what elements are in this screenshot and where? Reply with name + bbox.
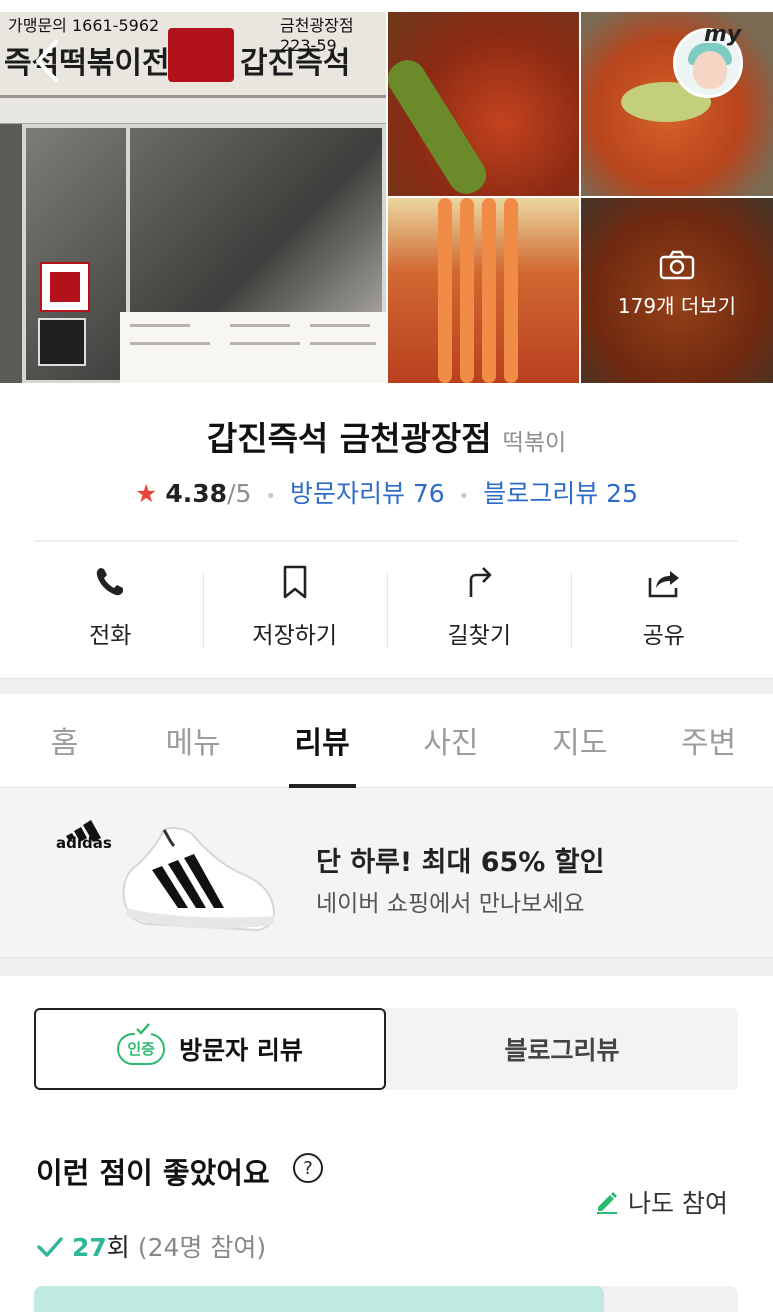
my-label: my xyxy=(704,22,742,47)
blog-review-toggle[interactable]: 블로그리뷰 xyxy=(386,1008,738,1090)
tab-map[interactable]: 지도 xyxy=(515,694,644,787)
open-hours-sign xyxy=(38,318,86,366)
tab-menu[interactable]: 메뉴 xyxy=(129,694,258,787)
liked-points-title: 이런 점이 좋았어요 xyxy=(36,1156,270,1190)
check-icon xyxy=(37,1237,63,1257)
star-icon: ★ xyxy=(135,479,158,508)
tab-nearby[interactable]: 주변 xyxy=(644,694,773,787)
more-photos-button[interactable]: 179개 더보기 xyxy=(581,250,773,319)
tab-review[interactable]: 리뷰 xyxy=(258,694,387,788)
ad-title: 단 하루! 최대 65% 할인 xyxy=(316,847,605,878)
action-bar: 전화 저장하기 길찾기 공유 xyxy=(18,560,756,656)
food-photo[interactable] xyxy=(388,12,579,196)
separator-dot: • xyxy=(265,486,276,507)
save-label: 저장하기 xyxy=(252,623,338,649)
section-divider xyxy=(0,958,773,976)
call-button[interactable]: 전화 xyxy=(18,560,203,656)
food-photo[interactable] xyxy=(581,12,773,196)
keyword-bar[interactable] xyxy=(34,1286,738,1312)
chevron-left-icon xyxy=(36,40,58,82)
directions-icon xyxy=(469,567,492,597)
ad-brand: adidas xyxy=(56,834,112,852)
divider xyxy=(387,572,388,648)
rating-score: 4.38 xyxy=(165,479,228,508)
more-photos-label: 179개 더보기 xyxy=(617,294,737,318)
visitor-review-label: 방문자 리뷰 xyxy=(179,1036,303,1065)
food-photo[interactable] xyxy=(388,198,579,383)
phone-icon xyxy=(97,568,124,596)
review-type-toggle: 인증 방문자 리뷰 블로그리뷰 xyxy=(34,1008,738,1090)
store-logo xyxy=(168,28,234,82)
call-label: 전화 xyxy=(89,623,132,649)
svg-text:?: ? xyxy=(303,1158,313,1179)
tab-bar: 홈 메뉴 리뷰 사진 지도 주변 xyxy=(0,694,773,788)
certified-badge-label: 인증 xyxy=(127,1040,155,1058)
share-icon xyxy=(648,571,679,598)
rating-max: /5 xyxy=(227,479,252,508)
directions-button[interactable]: 길찾기 xyxy=(387,560,572,656)
ad-banner[interactable]: adidas 단 하루! 최대 65% 할인 네이버 쇼핑에서 만나보세요 xyxy=(0,788,773,958)
share-button[interactable]: 공유 xyxy=(572,560,757,656)
pencil-icon xyxy=(597,1192,617,1214)
sign-branch: 금천광장점 223-59 xyxy=(280,16,354,55)
participants-note: (24명 참여) xyxy=(137,1233,267,1262)
directions-label: 길찾기 xyxy=(447,623,511,649)
ad-subtitle: 네이버 쇼핑에서 만나보세요 xyxy=(316,891,585,917)
place-name: 갑진즉석 금천광장점 xyxy=(206,419,492,458)
tab-photos[interactable]: 사진 xyxy=(386,694,515,787)
menu-board xyxy=(120,312,386,383)
divider xyxy=(34,540,738,542)
divider xyxy=(203,572,204,648)
rating-row: ★ 4.38/5 • 방문자리뷰 76 • 블로그리뷰 25 xyxy=(0,474,773,510)
join-label: 나도 참여 xyxy=(628,1189,728,1218)
count-value: 27 xyxy=(72,1233,107,1262)
check-icon xyxy=(135,1023,152,1035)
back-button[interactable] xyxy=(28,36,68,86)
camera-icon xyxy=(659,250,695,280)
photo-gallery: 즉석떡볶이전문점 갑진즉석 가맹문의 1661-5962 금천광장점 223-5… xyxy=(0,0,773,384)
count-unit: 회 xyxy=(106,1233,130,1262)
save-button[interactable]: 저장하기 xyxy=(203,560,388,656)
share-label: 공유 xyxy=(642,623,685,649)
bookmark-icon xyxy=(283,565,307,599)
keyword-bar-fill xyxy=(34,1286,605,1312)
blog-reviews-link[interactable]: 블로그리뷰 25 xyxy=(483,479,638,508)
sneaker-image xyxy=(122,826,276,932)
divider xyxy=(571,572,572,648)
sign-phone: 가맹문의 1661-5962 xyxy=(8,16,160,35)
place-header: 갑진즉석 금천광장점 떡볶이 xyxy=(0,412,773,460)
visitor-review-toggle[interactable]: 인증 방문자 리뷰 xyxy=(34,1008,386,1090)
section-divider xyxy=(0,678,773,694)
tab-home[interactable]: 홈 xyxy=(0,694,129,787)
join-button[interactable]: 나도 참여 xyxy=(594,1184,728,1220)
help-icon[interactable]: ? xyxy=(292,1152,324,1184)
separator-dot: • xyxy=(458,486,470,507)
certified-badge-icon: 인증 xyxy=(117,1023,166,1065)
window-logo-sticker xyxy=(40,262,90,312)
visitor-reviews-link[interactable]: 방문자리뷰 76 xyxy=(290,479,445,508)
place-category: 떡볶이 xyxy=(502,430,567,456)
participation-count: 27회 (24명 참여) xyxy=(36,1228,266,1264)
